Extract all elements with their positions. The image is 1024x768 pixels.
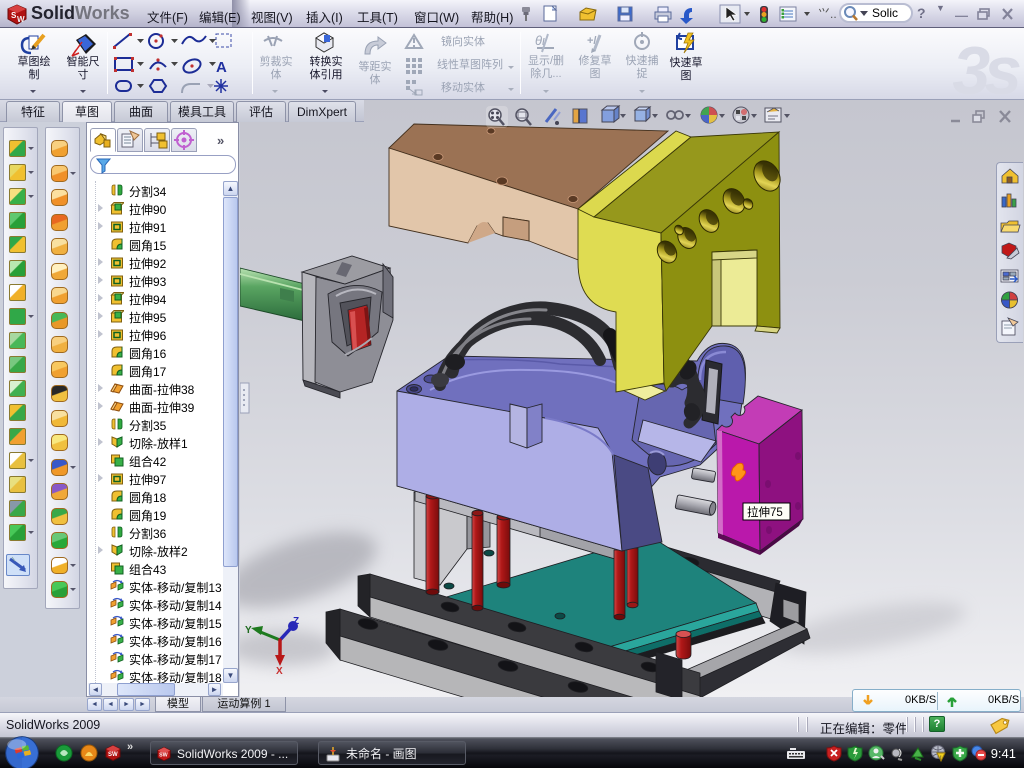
svg-text:Z: Z [293,616,299,627]
svg-text:A: A [216,59,227,76]
svg-text:拉伸75: 拉伸75 [747,505,783,519]
svg-text:⺍..: ⺍.. [818,7,837,21]
svg-text:W: W [17,15,25,24]
svg-text:Y: Y [245,625,252,636]
svg-text:SW: SW [108,752,118,758]
svg-text:X: X [276,666,283,677]
svg-text:SW: SW [159,753,169,759]
